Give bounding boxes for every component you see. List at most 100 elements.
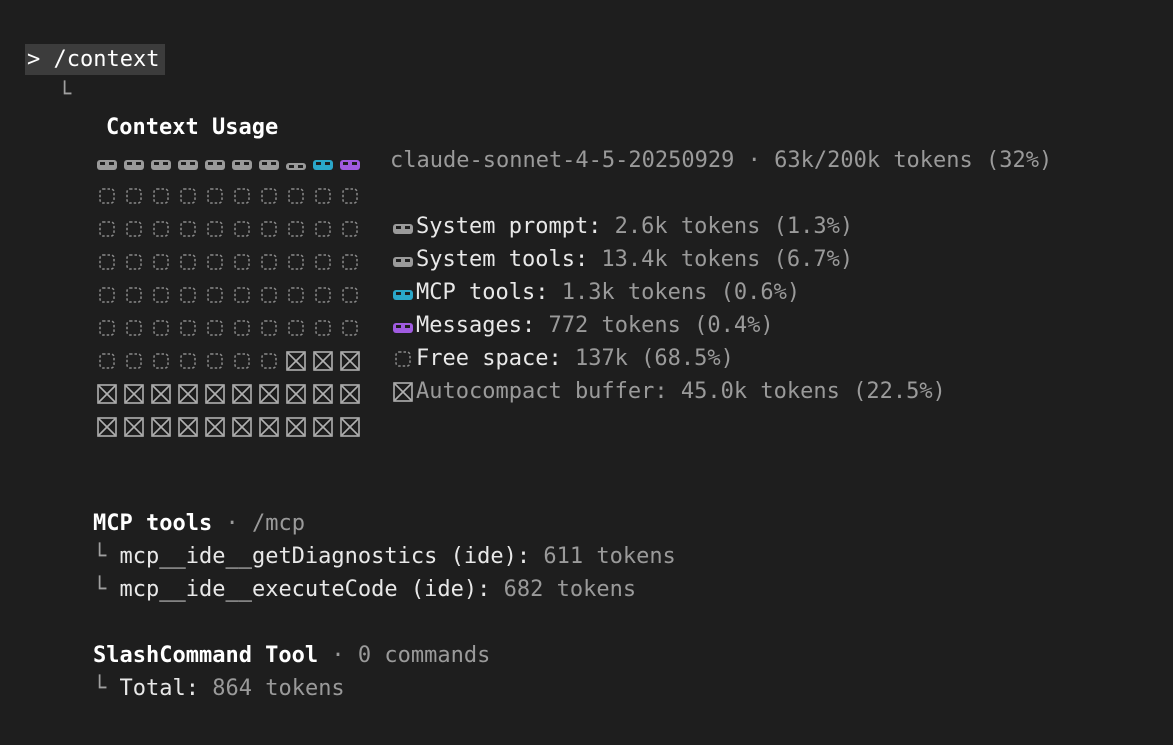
- command-prompt-line: > /context: [25, 44, 166, 75]
- free-space-cell: [336, 212, 363, 245]
- legend-autocompact-buffer: Autocompact buffer: 45.0k tokens (22.5%): [390, 375, 946, 408]
- legend-label: MCP tools:: [416, 280, 549, 305]
- free-space-cell: [228, 278, 255, 311]
- grid-row: [93, 146, 365, 179]
- messages-cell: [336, 146, 363, 179]
- free-space-cell: [93, 278, 120, 311]
- context-usage-grid: [93, 146, 365, 443]
- free-space-cell: [147, 278, 174, 311]
- autocompact-buffer-cell: [282, 344, 309, 377]
- system-icon: [390, 248, 416, 272]
- free-space-cell: [228, 311, 255, 344]
- autocompact-buffer-cell: [147, 377, 174, 410]
- free-space-cell: [228, 179, 255, 212]
- free-space-cell: [255, 245, 282, 278]
- free-space-cell: [309, 245, 336, 278]
- slash-command-separator: ·: [318, 643, 358, 668]
- tree-corner: └: [58, 82, 72, 107]
- free-space-cell: [174, 311, 201, 344]
- free-space-cell: [93, 212, 120, 245]
- mcp-tool-item: └ mcp__ide__executeCode (ide): 682 token…: [93, 573, 636, 606]
- free-space-cell: [309, 212, 336, 245]
- legend-system-prompt: System prompt: 2.6k tokens (1.3%): [390, 210, 853, 243]
- free-space-cell: [147, 311, 174, 344]
- system-tools-cell: [255, 146, 282, 179]
- grid-row: [93, 278, 365, 311]
- system-tools-cell: [120, 146, 147, 179]
- autocompact-buffer-cell: [201, 377, 228, 410]
- system-prompt-cell: [93, 146, 120, 179]
- context-usage-title: Context Usage: [106, 115, 279, 140]
- slash-command-total-value: 864 tokens: [198, 676, 345, 701]
- mcp-tool-name: mcp__ide__executeCode (ide):: [119, 577, 491, 602]
- free-icon: [390, 347, 416, 371]
- mcp-tool-item: └ mcp__ide__getDiagnostics (ide): 611 to…: [93, 540, 676, 573]
- free-space-cell: [201, 179, 228, 212]
- mcp-tools-title: MCP tools: [93, 511, 213, 536]
- free-space-cell: [174, 344, 201, 377]
- legend-system-tools: System tools: 13.4k tokens (6.7%): [390, 243, 853, 276]
- mcp-tools-subtitle: /mcp: [251, 511, 305, 536]
- slash-command-total-label: Total:: [119, 676, 199, 701]
- free-space-cell: [255, 311, 282, 344]
- autocompact-buffer-cell: [201, 410, 228, 443]
- free-space-cell: [336, 245, 363, 278]
- autocompact-buffer-cell: [174, 377, 201, 410]
- free-space-cell: [201, 344, 228, 377]
- legend-value: 1.3k tokens (0.6%): [548, 280, 801, 305]
- system-tools-cell: [174, 146, 201, 179]
- free-space-cell: [147, 212, 174, 245]
- free-space-cell: [93, 344, 120, 377]
- autocompact-buffer-cell: [336, 344, 363, 377]
- slash-command-total: └ Total: 864 tokens: [93, 672, 345, 705]
- free-space-cell: [309, 278, 336, 311]
- autocompact-buffer-cell: [174, 410, 201, 443]
- autocompact-buffer-cell: [336, 410, 363, 443]
- autocompact-buffer-cell: [120, 410, 147, 443]
- tree-corner: └: [93, 676, 107, 701]
- free-space-cell: [282, 278, 309, 311]
- free-space-cell: [174, 212, 201, 245]
- grid-row: [93, 410, 365, 443]
- legend-label: System tools:: [416, 247, 589, 272]
- free-space-cell: [147, 179, 174, 212]
- free-space-cell: [120, 212, 147, 245]
- autocompact-buffer-cell: [120, 377, 147, 410]
- system-tools-cell: [282, 146, 309, 179]
- autocompact-buffer-cell: [228, 377, 255, 410]
- free-space-cell: [120, 278, 147, 311]
- free-space-cell: [255, 278, 282, 311]
- grid-row: [93, 245, 365, 278]
- autocompact-buffer-cell: [282, 377, 309, 410]
- free-space-cell: [120, 179, 147, 212]
- autocompact-buffer-cell: [255, 377, 282, 410]
- mcp-tools-cell: [309, 146, 336, 179]
- tree-corner: └: [93, 577, 107, 602]
- autocompact-buffer-cell: [309, 344, 336, 377]
- autocompact-buffer-cell: [255, 410, 282, 443]
- free-space-cell: [120, 311, 147, 344]
- free-space-cell: [336, 179, 363, 212]
- legend-value: 2.6k tokens (1.3%): [601, 214, 854, 239]
- free-space-cell: [336, 278, 363, 311]
- free-space-cell: [255, 212, 282, 245]
- legend-label: System prompt:: [416, 214, 602, 239]
- autocompact-buffer-cell: [309, 410, 336, 443]
- system-tools-cell: [147, 146, 174, 179]
- free-space-cell: [93, 245, 120, 278]
- system-tools-cell: [228, 146, 255, 179]
- messages-icon: [390, 314, 416, 338]
- free-space-cell: [174, 245, 201, 278]
- free-space-cell: [201, 245, 228, 278]
- free-space-cell: [147, 245, 174, 278]
- autocompact-buffer-cell: [93, 410, 120, 443]
- grid-row: [93, 311, 365, 344]
- system-tools-cell: [201, 146, 228, 179]
- free-space-cell: [336, 311, 363, 344]
- autocompact-buffer-cell: [147, 410, 174, 443]
- tree-corner: └: [93, 544, 107, 569]
- legend-value: 137k (68.5%): [561, 346, 734, 371]
- free-space-cell: [120, 344, 147, 377]
- free-space-cell: [201, 311, 228, 344]
- mcp-tool-tokens: 611 tokens: [530, 544, 676, 569]
